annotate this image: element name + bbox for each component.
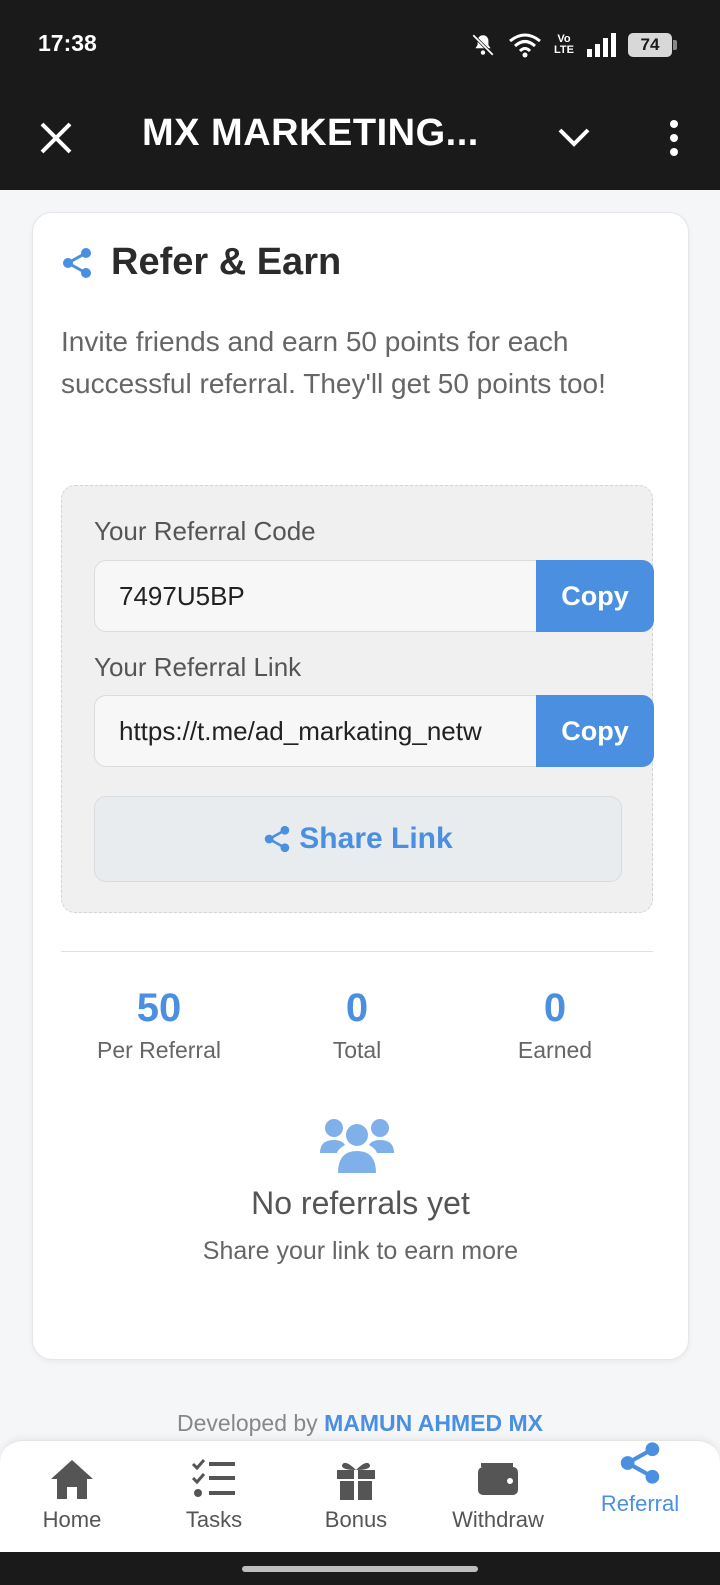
nav-bonus[interactable]: Bonus — [284, 1457, 428, 1533]
referral-code-field: 7497U5BP Copy — [94, 560, 654, 632]
gift-icon — [337, 1462, 375, 1500]
nav-label: Home — [42, 1507, 102, 1532]
wifi-icon — [509, 33, 541, 58]
nav-home[interactable]: Home — [0, 1457, 144, 1533]
nav-label: Withdraw — [452, 1507, 544, 1532]
bottom-nav: Home Tasks Bonus Withdraw Referral — [0, 1440, 720, 1552]
signal-icon — [587, 33, 616, 57]
referral-link-label: Your Referral Link — [94, 652, 302, 682]
close-icon[interactable] — [34, 116, 78, 160]
share-link-button[interactable]: Share Link — [94, 796, 622, 882]
footer-credit: Developed by MAMUN AHMED MX — [0, 1410, 720, 1436]
referral-code-input[interactable]: 7497U5BP — [94, 560, 536, 632]
stat-label: Total — [332, 1037, 382, 1063]
more-vert-icon[interactable] — [656, 116, 692, 160]
referral-code-label: Your Referral Code — [94, 516, 316, 546]
card-header: Refer & Earn — [61, 241, 341, 284]
status-time: 17:38 — [38, 30, 97, 56]
share-icon — [63, 247, 91, 278]
status-bar: 17:38 Vo LTE 74 — [0, 0, 720, 92]
referral-link-input[interactable]: https://t.me/ad_markating_netw — [94, 695, 536, 767]
chevron-down-icon[interactable] — [556, 120, 592, 156]
developer-link[interactable]: MAMUN AHMED MX — [324, 1410, 543, 1436]
share-icon — [265, 825, 290, 853]
wallet-icon — [478, 1463, 518, 1495]
referral-box: Your Referral Code 7497U5BP Copy Your Re… — [61, 485, 654, 913]
referral-link-field: https://t.me/ad_markating_netw Copy — [94, 695, 654, 767]
nav-label: Bonus — [324, 1507, 388, 1532]
battery-indicator: 74 — [628, 33, 677, 57]
app-bar: MX MARKETING... — [0, 92, 720, 190]
empty-state-title: No referrals yet — [251, 1185, 470, 1221]
users-icon — [320, 1119, 394, 1173]
copy-code-button[interactable]: Copy — [536, 560, 654, 632]
refer-earn-card: Refer & Earn Invite friends and earn 50 … — [32, 212, 689, 1360]
nav-withdraw[interactable]: Withdraw — [426, 1457, 570, 1533]
home-icon — [51, 1460, 93, 1499]
share-link-label: Share Link — [299, 822, 453, 855]
stat-label: Earned — [517, 1037, 593, 1063]
stat-total: 0 Total — [257, 983, 457, 1064]
nav-label: Referral — [600, 1491, 680, 1516]
gesture-handle[interactable] — [242, 1566, 478, 1572]
stat-label: Per Referral — [97, 1037, 221, 1063]
volte-indicator: Vo LTE — [554, 33, 574, 56]
card-description: Invite friends and earn 50 points for ea… — [61, 326, 606, 399]
stat-earned: 0 Earned — [455, 983, 655, 1064]
gesture-area — [0, 1552, 720, 1585]
tasks-icon — [191, 1459, 235, 1497]
divider — [61, 951, 653, 952]
copy-link-button[interactable]: Copy — [536, 695, 654, 767]
share-icon — [620, 1442, 660, 1484]
stat-value: 0 — [543, 986, 567, 1030]
stat-value: 0 — [345, 986, 369, 1030]
mute-bell-icon — [472, 34, 494, 56]
footer-prefix: Developed by — [177, 1410, 318, 1436]
app-title: MX MARKETING... — [142, 112, 479, 154]
card-title: Refer & Earn — [111, 241, 342, 283]
nav-referral[interactable]: Referral — [568, 1441, 712, 1517]
empty-state-subtitle: Share your link to earn more — [202, 1237, 519, 1265]
nav-label: Tasks — [185, 1507, 243, 1532]
status-icons: Vo LTE 74 — [470, 30, 677, 60]
nav-tasks[interactable]: Tasks — [142, 1457, 286, 1533]
stat-per-referral: 50 Per Referral — [59, 983, 259, 1064]
stat-value: 50 — [136, 986, 182, 1030]
